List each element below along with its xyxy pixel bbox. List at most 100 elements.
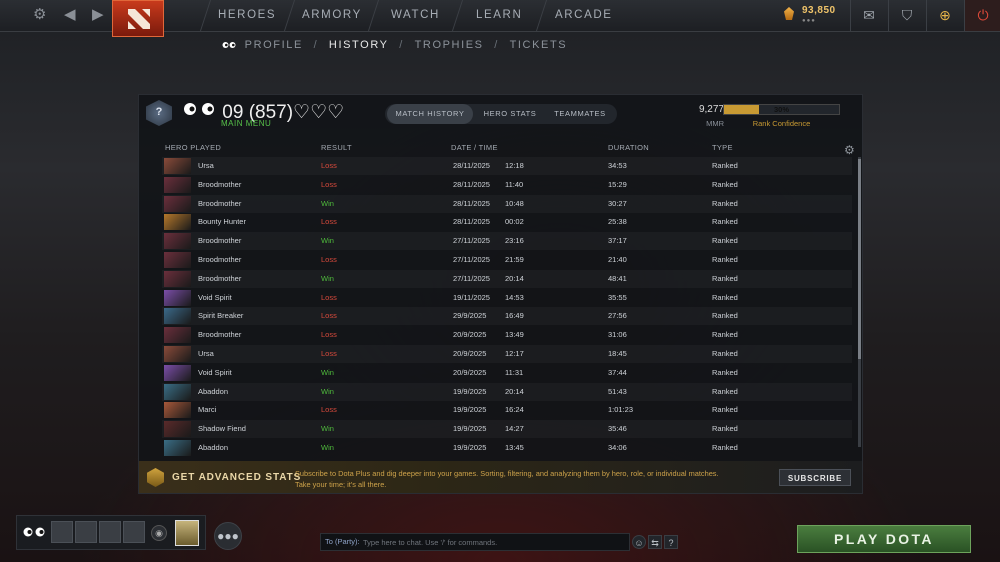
header-type[interactable]: TYPE (712, 143, 733, 152)
party-avatar-icon[interactable] (23, 526, 45, 538)
party-slot[interactable] (51, 521, 73, 543)
hero-name: Ursa (198, 349, 214, 358)
table-row[interactable]: Spirit Breaker Loss 29/9/2025 16:49 27:56 Ran… (162, 307, 852, 325)
table-header: HERO PLAYED RESULT DATE / TIME DURATION … (139, 143, 864, 157)
arrow-left-icon[interactable]: ◀ (64, 6, 76, 24)
hero-portrait (164, 270, 191, 287)
table-row[interactable]: Bounty Hunter Loss 28/11/2025 00:02 25:38 Ran… (162, 213, 852, 231)
scroll-thumb[interactable] (858, 159, 861, 359)
match-date: 28/11/2025 (453, 179, 490, 189)
gear-icon[interactable]: ⚙ (33, 6, 46, 24)
match-result: Loss (321, 349, 337, 358)
power-icon[interactable]: ⏻ (964, 0, 1000, 31)
chat-channel-label[interactable]: To (Party): (325, 537, 360, 546)
match-result: Win (321, 273, 334, 283)
armory-icon[interactable]: ⛉ (888, 0, 925, 31)
table-row[interactable]: Ursa Loss 28/11/2025 12:18 34:53 Ranked (162, 157, 852, 175)
match-duration: 25:38 (608, 217, 627, 227)
header-duration[interactable]: DURATION (608, 143, 649, 152)
table-row[interactable]: Shadow Fiend Win 19/9/2025 14:27 35:46 Ranked (162, 420, 852, 438)
match-duration: 34:53 (608, 161, 627, 170)
subnav-tickets[interactable]: TICKETS (510, 39, 568, 51)
match-type: Ranked (712, 443, 738, 452)
match-type: Ranked (712, 236, 738, 246)
hero-portrait (164, 195, 191, 212)
subnav-separator: / (313, 39, 319, 51)
party-slot[interactable] (99, 521, 121, 543)
nav-label: ARCADE (554, 9, 613, 21)
subnav-trophies[interactable]: TROPHIES (415, 39, 484, 51)
tab-hero-stats[interactable]: HERO STATS (477, 104, 543, 124)
mmr-label: MMR (706, 119, 724, 128)
table-row[interactable]: Void Spirit Loss 19/11/2025 14:53 35:55 Ranke… (162, 289, 852, 307)
hero-portrait (164, 421, 191, 438)
hero-name: Abaddon (198, 443, 229, 452)
tab-teammates[interactable]: TEAMMATES (545, 104, 615, 124)
voice-chat-icon[interactable]: ◉ (151, 525, 167, 541)
table-row[interactable]: Broodmother Loss 28/11/2025 11:40 15:29 Ranke… (162, 176, 852, 194)
subnav-history[interactable]: HISTORY (329, 39, 389, 51)
subnav-profile[interactable]: PROFILE (245, 39, 303, 51)
arrow-right-icon[interactable]: ▶ (92, 6, 104, 24)
play-dota-button[interactable]: PLAY DOTA (797, 525, 971, 553)
dota-plus-icon (147, 468, 164, 487)
match-result: Win (321, 198, 334, 208)
header-result[interactable]: RESULT (321, 143, 352, 152)
table-row[interactable]: Abaddon Win 19/9/2025 20:14 51:43 Ranked (162, 383, 852, 401)
match-date: 29/9/2025 (453, 311, 487, 321)
table-row[interactable]: Abaddon Win 19/9/2025 13:45 34:06 Ranked (162, 439, 852, 456)
match-date: 27/11/2025 (453, 255, 490, 264)
advanced-stats-description: Subscribe to Dota Plus and dig deeper in… (295, 469, 719, 489)
match-time: 16:49 (505, 311, 524, 321)
hero-portrait (164, 176, 191, 193)
help-icon[interactable]: ? (664, 535, 678, 549)
match-duration: 18:45 (608, 349, 627, 358)
hero-name: Marci (198, 405, 217, 415)
nav-heroes[interactable]: HEROES (199, 0, 295, 31)
hero-name: Bounty Hunter (198, 217, 246, 227)
dota-logo-button[interactable] (112, 0, 164, 37)
tab-match-history[interactable]: MATCH HISTORY (387, 104, 473, 124)
dota-plus-icon[interactable]: ⊕ (926, 0, 963, 31)
hero-portrait (164, 346, 191, 362)
gear-icon[interactable]: ⚙ (844, 143, 855, 157)
match-time: 23:16 (505, 236, 524, 246)
scrollbar[interactable] (858, 157, 861, 447)
hero-name: Void Spirit (198, 367, 232, 377)
match-time: 16:24 (505, 405, 524, 415)
shards-dots: ●●● (802, 18, 816, 24)
match-duration: 27:56 (608, 311, 627, 321)
table-row[interactable]: Broodmother Win 27/11/2025 20:14 48:41 Ranked (162, 270, 852, 288)
party-slot[interactable] (123, 521, 145, 543)
table-row[interactable]: Broodmother Win 28/11/2025 10:48 30:27 Ranked (162, 195, 852, 213)
table-row[interactable]: Marci Loss 19/9/2025 16:24 1:01:23 Ranked (162, 401, 852, 419)
chat-box: To (Party): (320, 533, 630, 551)
table-row[interactable]: Void Spirit Win 20/9/2025 11:31 37:44 Ranked (162, 364, 852, 382)
match-time: 10:48 (505, 198, 524, 208)
history-tabs: MATCH HISTORY HERO STATS TEAMMATES (385, 104, 617, 124)
hero-name: Broodmother (198, 255, 242, 264)
nav-arcade[interactable]: ARCADE (535, 0, 631, 31)
match-result: Loss (321, 255, 337, 264)
table-row[interactable]: Broodmother Loss 20/9/2025 13:49 31:06 Ranked (162, 326, 852, 344)
chat-input[interactable] (363, 534, 623, 550)
header-hero[interactable]: HERO PLAYED (165, 143, 221, 152)
match-date: 19/9/2025 (453, 405, 487, 415)
subscribe-button[interactable]: SUBSCRIBE (779, 469, 851, 486)
nav-watch[interactable]: WATCH (367, 0, 463, 31)
hero-name: Shadow Fiend (198, 424, 246, 434)
mail-icon[interactable]: ✉ (850, 0, 887, 31)
translate-icon[interactable]: ⇆ (648, 535, 662, 549)
medal-icon[interactable] (175, 520, 199, 546)
match-type: Ranked (712, 273, 738, 283)
table-row[interactable]: Broodmother Win 27/11/2025 23:16 37:17 Ranked (162, 232, 852, 250)
nav-learn[interactable]: LEARN (451, 0, 547, 31)
emoji-icon[interactable]: ☺ (632, 535, 646, 549)
header-date-time[interactable]: DATE / TIME (451, 143, 498, 152)
table-row[interactable]: Ursa Loss 20/9/2025 12:17 18:45 Ranked (162, 345, 852, 363)
party-slot[interactable] (75, 521, 97, 543)
chat-wheel-icon[interactable]: ●●● (214, 522, 242, 550)
match-type: Ranked (712, 255, 738, 264)
table-row[interactable]: Broodmother Loss 27/11/2025 21:59 21:40 Ranke… (162, 251, 852, 269)
nav-armory[interactable]: ARMORY (283, 0, 379, 31)
